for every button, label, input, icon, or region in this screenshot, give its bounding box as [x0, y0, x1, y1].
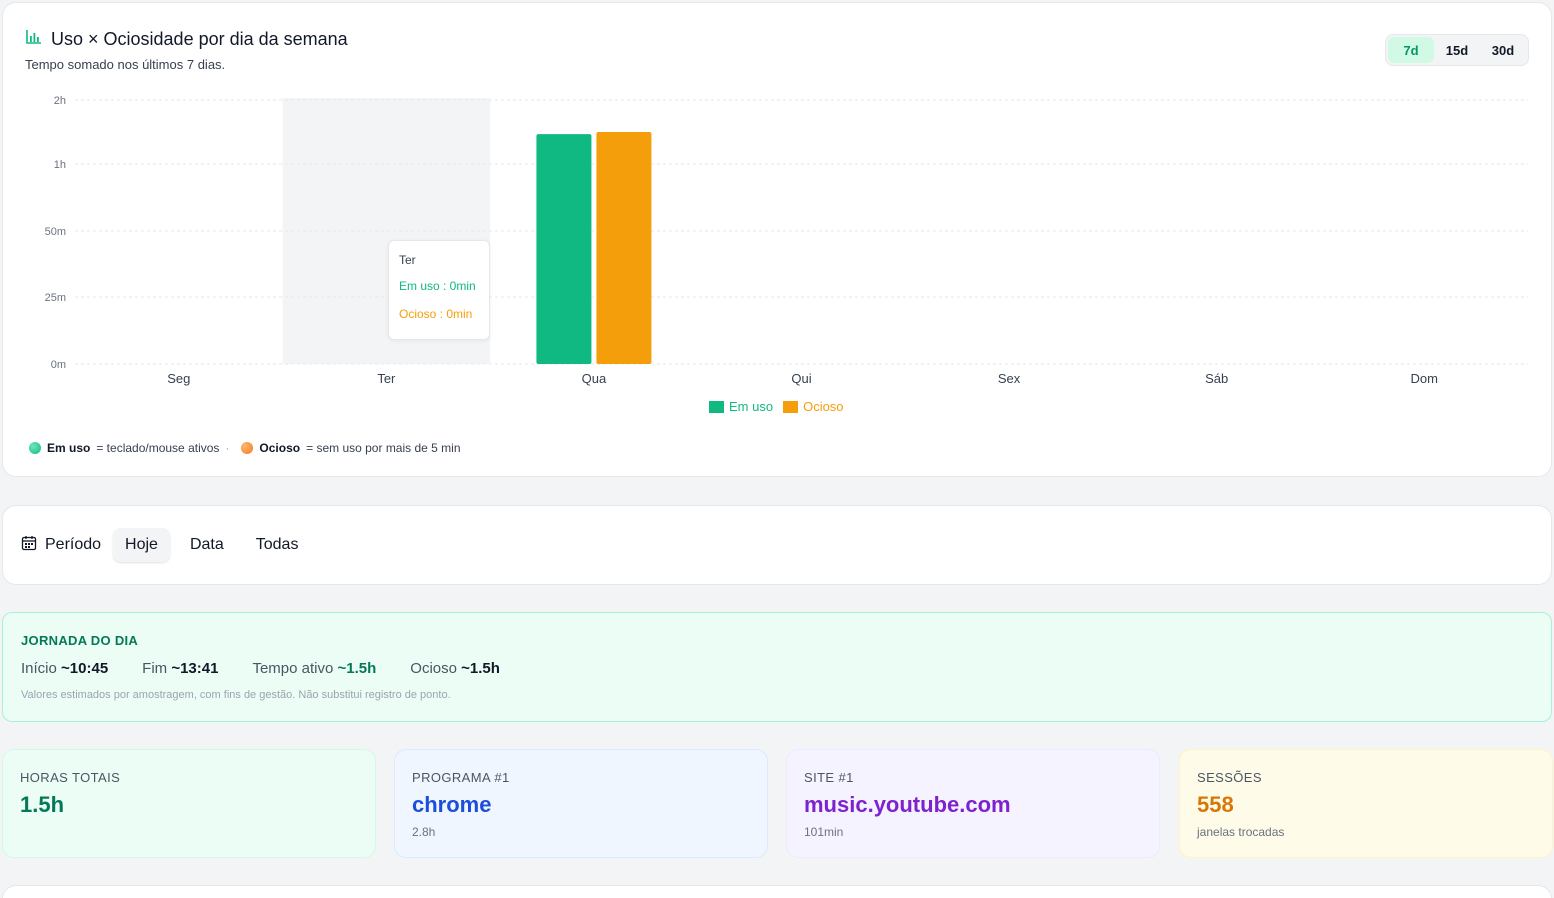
calendar-icon	[21, 535, 37, 556]
kpi-sessions: SESSÕES 558 janelas trocadas	[1179, 749, 1553, 858]
legend-swatch-use	[709, 400, 724, 413]
kpi-top-site: SITE #1 music.youtube.com 101min	[786, 749, 1160, 858]
legend-item-idle[interactable]: Ocioso	[783, 399, 844, 414]
x-tick-label: Qua	[582, 371, 607, 386]
note-idle-term: Ocioso	[259, 441, 301, 455]
kpi-hours-value: 1.5h	[20, 792, 65, 817]
kpi-site-value: music.youtube.com	[804, 792, 1011, 817]
journey-idle: Ocioso ~1.5h	[410, 660, 500, 677]
kpi-sessions-sub: janelas trocadas	[1197, 825, 1285, 839]
journey-active-label: Tempo ativo	[252, 660, 334, 677]
note-separator: ·	[225, 441, 230, 455]
kpi-site-label: SITE #1	[804, 770, 854, 785]
chart-subtitle: Tempo somado nos últimos 7 dias.	[25, 57, 226, 72]
y-tick-label: 1h	[54, 159, 66, 171]
period-label: Período	[21, 535, 101, 556]
day-journey-card: JORNADA DO DIA Início ~10:45 Fim ~13:41 …	[2, 612, 1552, 722]
kpi-program-value: chrome	[412, 792, 492, 817]
chart-legend: Em uso Ocioso	[709, 399, 844, 414]
x-tick-label: Seg	[167, 371, 190, 386]
journey-stats: Início ~10:45 Fim ~13:41 Tempo ativo ~1.…	[21, 660, 500, 677]
y-tick-label: 50m	[45, 226, 66, 238]
journey-start: Início ~10:45	[21, 660, 108, 677]
journey-active-value: ~1.5h	[337, 660, 377, 677]
range-selector: 7d 15d 30d	[1385, 34, 1529, 66]
period-filter: Período Hoje Data Todas	[21, 528, 310, 562]
x-tick-label: Dom	[1410, 371, 1437, 386]
tooltip-use-value: Em uso : 0min	[399, 279, 476, 293]
range-15d-button[interactable]: 15d	[1434, 37, 1480, 63]
note-use-desc: = teclado/mouse ativos	[96, 441, 220, 455]
usage-bar-chart: 0m 25m 50m 1h 2h Seg Ter Qua Qui Sex Sáb Dom	[45, 95, 1528, 386]
tooltip-idle-value: Ocioso : 0min	[399, 307, 473, 321]
y-tick-label: 25m	[45, 292, 66, 304]
kpi-sessions-value: 558	[1197, 792, 1234, 817]
chart-header: Uso × Ociosidade por dia da semana	[25, 29, 348, 50]
kpi-site-sub: 101min	[804, 825, 844, 839]
legend-item-use[interactable]: Em uso	[709, 399, 773, 414]
filter-today-button[interactable]: Hoje	[113, 528, 170, 562]
bar-idle	[596, 132, 652, 364]
journey-start-value: ~10:45	[61, 660, 109, 677]
range-30d-button[interactable]: 30d	[1480, 37, 1526, 63]
journey-start-label: Início	[21, 660, 57, 677]
kpi-sessions-label: SESSÕES	[1197, 770, 1262, 785]
idle-dot-icon	[241, 442, 254, 454]
journey-title: JORNADA DO DIA	[21, 633, 139, 648]
range-7d-button[interactable]: 7d	[1388, 37, 1434, 63]
usage-chart-card: Uso × Ociosidade por dia da semana Tempo…	[2, 2, 1552, 477]
legend-swatch-idle	[783, 400, 799, 413]
period-filter-card: Período Hoje Data Todas	[2, 505, 1552, 585]
filter-date-button[interactable]: Data	[178, 528, 236, 562]
kpi-program-sub: 2.8h	[412, 825, 436, 839]
legend-label-use: Em uso	[729, 399, 774, 414]
chart-title: Uso × Ociosidade por dia da semana	[51, 29, 348, 49]
y-tick-label: 2h	[54, 95, 66, 107]
kpi-total-hours: HORAS TOTAIS 1.5h	[2, 749, 376, 858]
kpi-program-label: PROGRAMA #1	[412, 770, 510, 785]
next-section-card	[2, 885, 1552, 898]
tooltip-day: Ter	[399, 253, 416, 267]
period-label-text: Período	[45, 536, 102, 553]
journey-end-label: Fim	[142, 660, 168, 677]
journey-idle-label: Ocioso	[410, 660, 457, 677]
journey-idle-value: ~1.5h	[461, 660, 500, 677]
note-idle-desc: = sem uso por mais de 5 min	[306, 441, 461, 455]
x-tick-label: Sex	[998, 371, 1021, 386]
filter-all-button[interactable]: Todas	[244, 528, 311, 562]
x-tick-label: Sáb	[1205, 371, 1228, 386]
chart-tooltip: Ter Em uso : 0min Ocioso : 0min	[388, 240, 490, 340]
x-tick-label: Ter	[377, 371, 396, 386]
kpi-top-program: PROGRAMA #1 chrome 2.8h	[394, 749, 768, 858]
kpi-hours-label: HORAS TOTAIS	[20, 770, 121, 785]
bar-chart-icon	[25, 29, 43, 50]
note-use-term: Em uso	[47, 441, 91, 455]
chart-footnote: Em uso = teclado/mouse ativos · Ocioso =…	[29, 441, 461, 455]
legend-label-idle: Ocioso	[803, 399, 844, 414]
x-tick-label: Qui	[791, 371, 811, 386]
y-tick-label: 0m	[51, 359, 66, 371]
journey-end: Fim ~13:41	[142, 660, 218, 677]
journey-active: Tempo ativo ~1.5h	[252, 660, 376, 677]
journey-disclaimer: Valores estimados por amostragem, com fi…	[21, 689, 451, 701]
use-dot-icon	[29, 442, 41, 454]
bar-use	[536, 134, 592, 364]
journey-end-value: ~13:41	[171, 660, 219, 677]
